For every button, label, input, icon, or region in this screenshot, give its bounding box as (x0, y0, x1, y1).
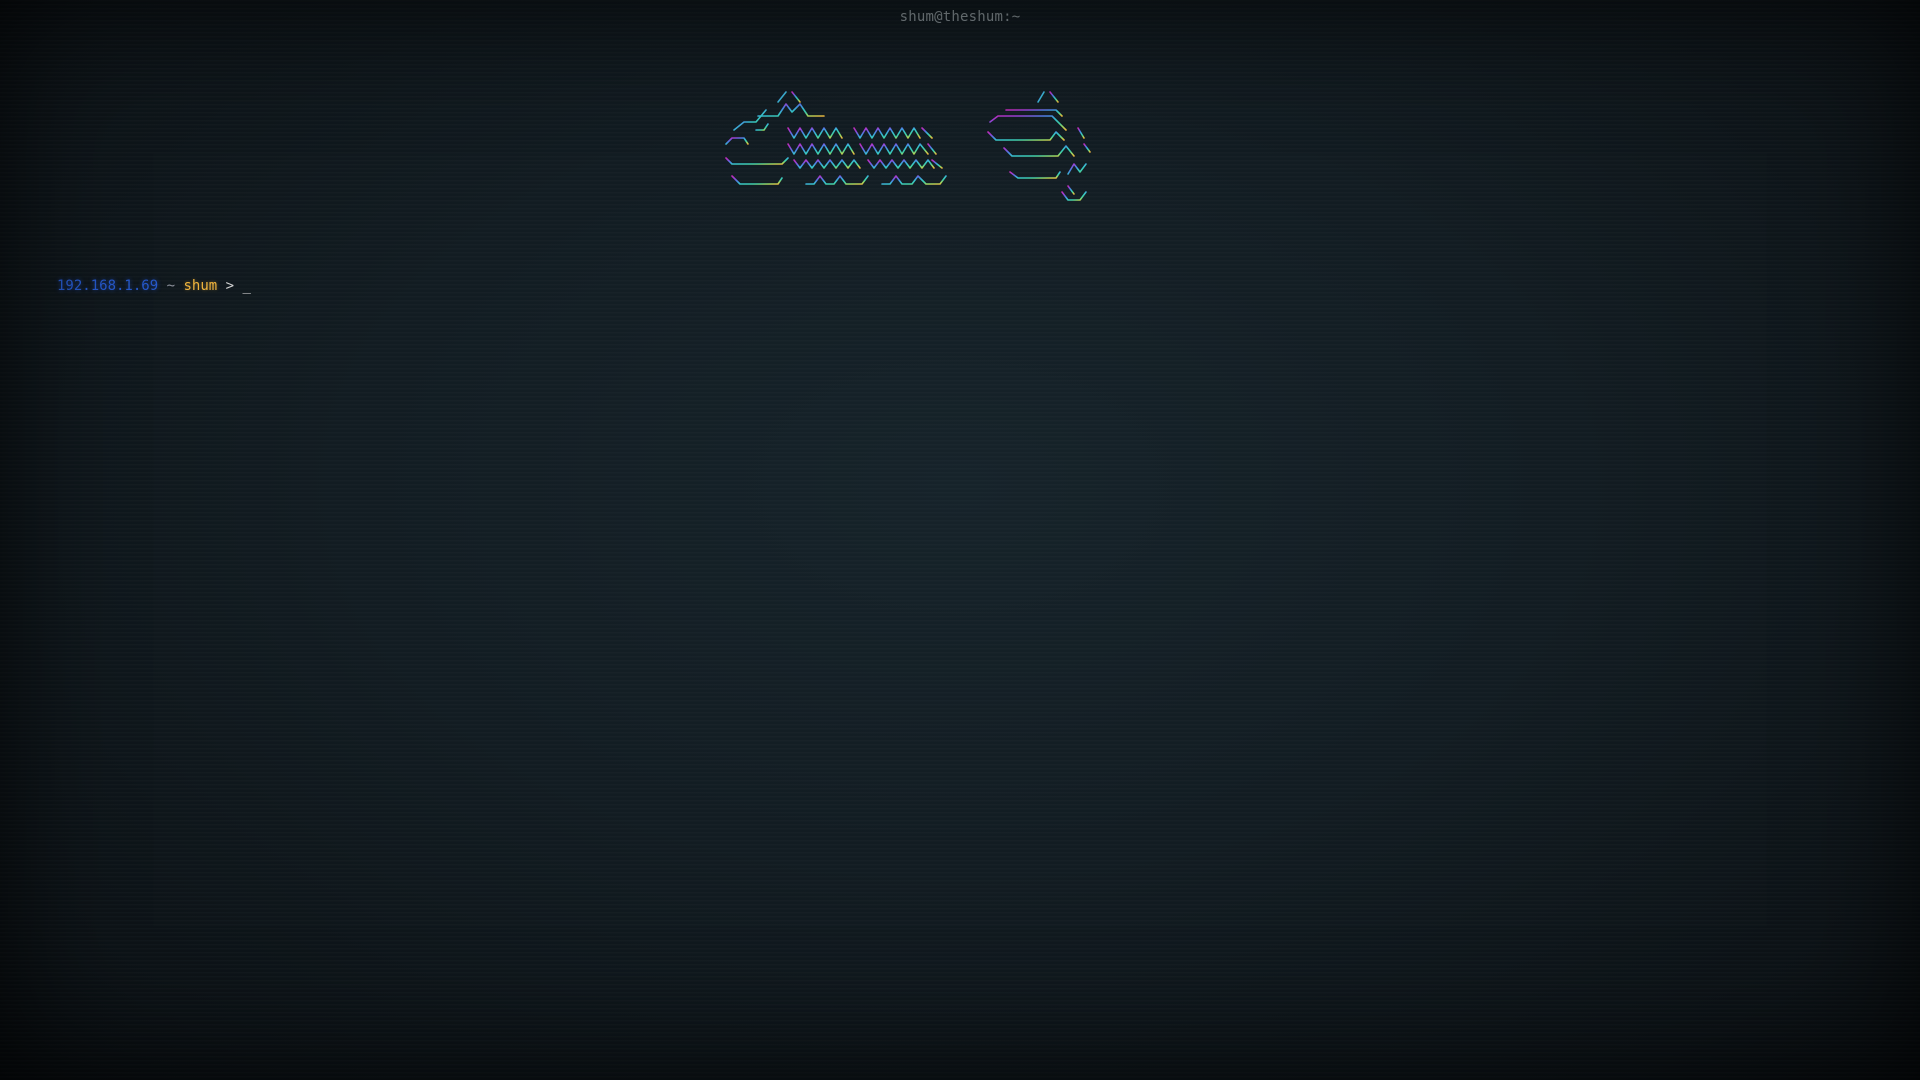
ascii-art-stroke (881, 175, 947, 185)
ascii-art-stroke (1037, 91, 1045, 103)
ascii-art-stroke (787, 143, 855, 155)
ascii-art-stroke (733, 109, 767, 131)
prompt-ip: 192.168.1.69 (57, 278, 159, 294)
ascii-art-stroke (1049, 91, 1059, 103)
ascii-art-stroke (725, 157, 789, 165)
ascii-art-stroke (791, 91, 801, 103)
ascii-art-stroke (1067, 185, 1075, 195)
ascii-art-stroke (987, 131, 1065, 141)
ascii-art-stroke (755, 123, 769, 131)
ascii-art-logo (725, 91, 1091, 201)
ascii-art-stroke (1005, 109, 1063, 117)
text-cursor: _ (242, 278, 251, 294)
prompt-directory: ~ (166, 278, 176, 294)
ascii-art-stroke (927, 143, 937, 155)
ascii-art-stroke (777, 91, 787, 103)
ascii-art-stroke (1009, 171, 1061, 179)
ascii-art-stroke (793, 159, 861, 169)
ascii-art-stroke (805, 175, 869, 185)
ascii-art-stroke (867, 159, 935, 169)
ascii-art-stroke (1083, 143, 1091, 153)
prompt-user: shum (183, 278, 218, 294)
window-title: shum@theshum:~ (899, 9, 1021, 25)
ascii-art-stroke (731, 175, 783, 185)
ascii-art-stroke (787, 127, 843, 139)
ascii-art-stroke (989, 115, 1067, 131)
ascii-art-stroke (853, 127, 921, 139)
ascii-art-strokes (725, 91, 1091, 201)
ascii-art-stroke (859, 143, 929, 155)
ascii-art-stroke (725, 137, 749, 145)
ascii-art-stroke (757, 103, 825, 117)
ascii-art-banner (722, 88, 1202, 226)
ascii-art-stroke (1003, 145, 1075, 157)
prompt-symbol: > (225, 278, 235, 294)
terminal-window[interactable]: shum@theshum:~ 192.168.1.69 ~ shum > _ (0, 0, 1920, 1080)
ascii-art-stroke (1067, 163, 1087, 175)
shell-prompt[interactable]: 192.168.1.69 ~ shum > _ (57, 276, 251, 296)
ascii-art-stroke (1077, 127, 1085, 139)
ascii-art-stroke (921, 127, 933, 139)
